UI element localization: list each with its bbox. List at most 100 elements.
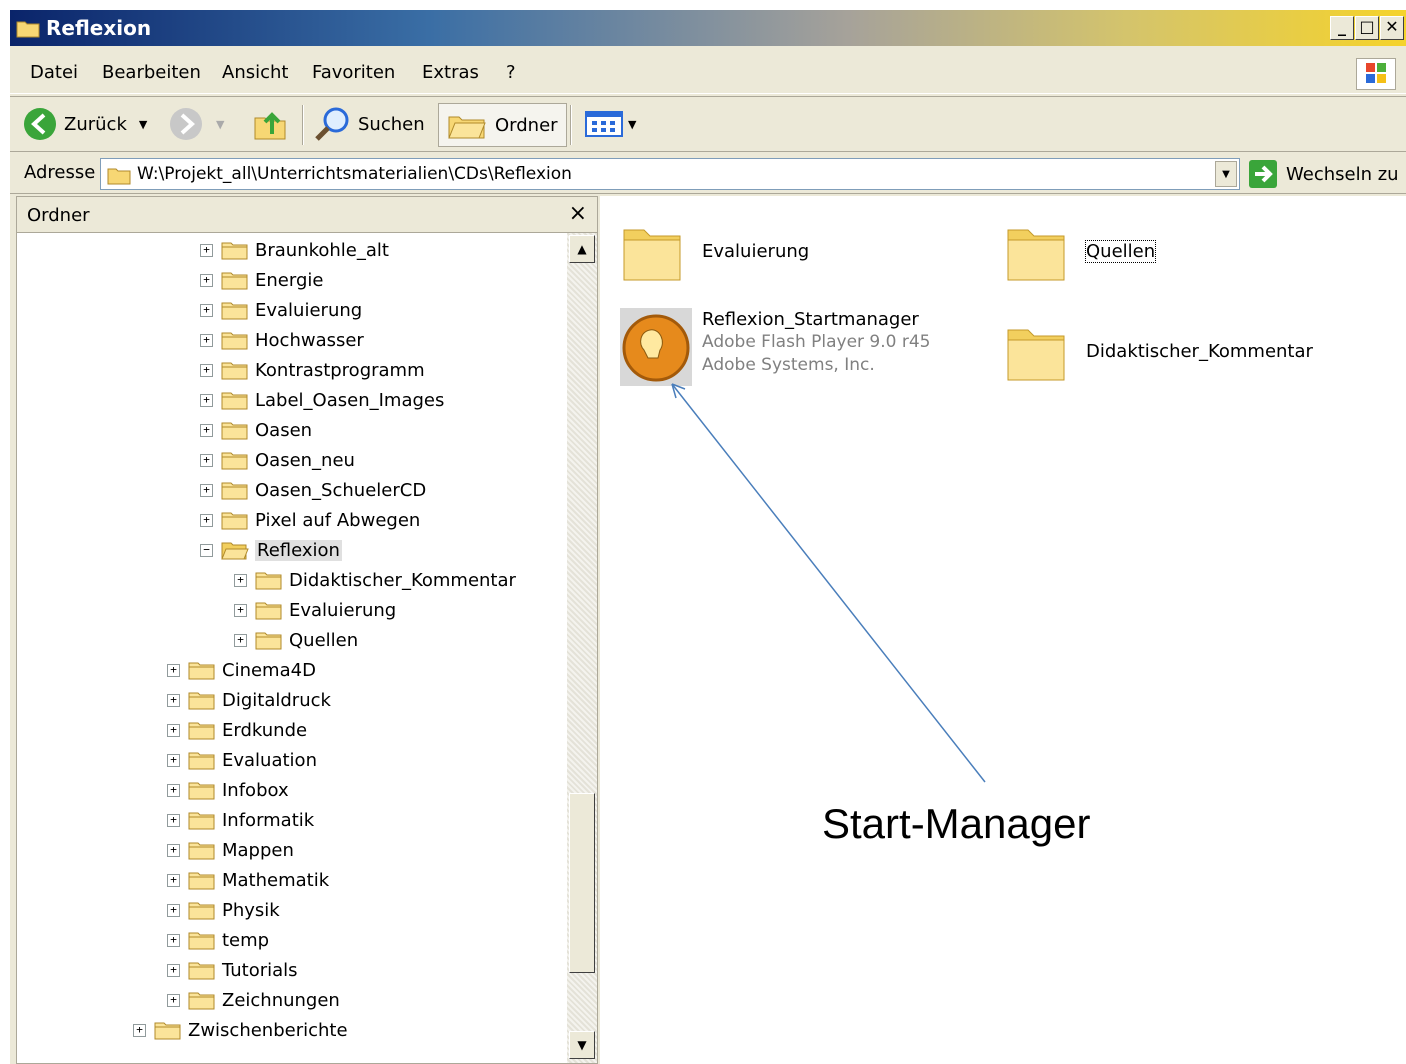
folder-pane-header: Ordner × <box>17 197 597 233</box>
back-dropdown-icon[interactable]: ▼ <box>139 118 147 131</box>
menu-bearbeiten[interactable]: Bearbeiten <box>102 62 201 83</box>
folders-button[interactable]: Ordner <box>438 103 567 147</box>
tree-node[interactable]: + Mathematik <box>167 865 329 895</box>
expand-icon[interactable]: + <box>167 723 180 737</box>
expand-icon[interactable]: + <box>200 333 213 347</box>
tree-node-label: Evaluierung <box>255 299 363 321</box>
close-pane-icon[interactable]: × <box>569 201 587 226</box>
tree-node-label: Cinema4D <box>222 659 316 681</box>
tree-node[interactable]: + Hochwasser <box>200 325 364 355</box>
tree-node[interactable]: + Evaluierung <box>234 595 396 625</box>
expand-icon[interactable]: + <box>167 993 180 1007</box>
menu-datei[interactable]: Datei <box>30 62 78 83</box>
menu-extras[interactable]: Extras <box>422 62 479 83</box>
tree-node[interactable]: + Erdkunde <box>167 715 307 745</box>
search-button[interactable]: Suchen <box>312 103 425 145</box>
app-item-startmanager[interactable]: Reflexion_Startmanager Adobe Flash Playe… <box>620 308 931 386</box>
folder-item-quellen[interactable]: Quellen <box>1004 218 1157 284</box>
tree-node[interactable]: + Evaluierung <box>200 295 362 325</box>
folder-item-evaluierung[interactable]: Evaluierung <box>620 218 809 284</box>
search-icon <box>315 107 349 141</box>
go-button[interactable]: Wechseln zu <box>1248 158 1399 190</box>
tree-node[interactable]: + Physik <box>167 895 280 925</box>
expand-icon[interactable]: + <box>200 393 213 407</box>
folder-icon <box>188 902 215 920</box>
menu-favoriten[interactable]: Favoriten <box>312 62 395 83</box>
tree-node[interactable]: + Oasen_SchuelerCD <box>200 475 426 505</box>
tree-node[interactable]: + Didaktischer_Kommentar <box>234 565 516 595</box>
expand-icon[interactable]: + <box>200 513 213 527</box>
folder-icon <box>221 362 248 380</box>
forward-button[interactable]: ▼ <box>168 103 224 145</box>
minimize-button[interactable]: _ <box>1330 16 1354 40</box>
expand-icon[interactable]: + <box>167 903 180 917</box>
tree-node[interactable]: + Zwischenberichte <box>133 1015 348 1045</box>
folder-icon <box>16 21 40 38</box>
expand-icon[interactable]: + <box>200 483 213 497</box>
expand-icon[interactable]: + <box>133 1023 146 1037</box>
address-path: W:\Projekt_all\Unterrichtsmaterialien\CD… <box>137 164 572 184</box>
scroll-up-icon[interactable]: ▲ <box>569 235 595 263</box>
tree-node[interactable]: + Zeichnungen <box>167 985 340 1015</box>
address-dropdown-icon[interactable]: ▼ <box>1215 161 1237 187</box>
expand-icon[interactable]: + <box>167 663 180 677</box>
tree-node[interactable]: + Label_Oasen_Images <box>200 385 444 415</box>
expand-icon[interactable]: + <box>200 243 213 257</box>
expand-icon[interactable]: + <box>200 273 213 287</box>
menu-help[interactable]: ? <box>506 62 516 83</box>
up-button[interactable] <box>252 103 288 145</box>
expand-icon[interactable]: + <box>167 963 180 977</box>
address-field[interactable]: W:\Projekt_all\Unterrichtsmaterialien\CD… <box>100 158 1240 190</box>
expand-icon[interactable]: + <box>200 423 213 437</box>
expand-icon[interactable]: + <box>167 783 180 797</box>
toolbar: Zurück ▼ ▼ Suchen Ordner ▼ <box>10 96 1406 152</box>
tree-node[interactable]: + Oasen_neu <box>200 445 355 475</box>
folder-tree-pane: Ordner × + Braunkohle_alt + Energie + Evaluie… <box>16 196 598 1064</box>
expand-icon[interactable]: + <box>167 693 180 707</box>
tree-node-label: Oasen_neu <box>255 449 355 471</box>
tree-node[interactable]: + Braunkohle_alt <box>200 235 389 265</box>
tree-node[interactable]: + Tutorials <box>167 955 298 985</box>
tree-node[interactable]: + Evaluation <box>167 745 317 775</box>
tree-node[interactable]: + Digitaldruck <box>167 685 331 715</box>
expand-icon[interactable]: + <box>234 603 247 617</box>
vertical-scrollbar[interactable]: ▲ ▼ <box>567 233 597 1063</box>
tree-node[interactable]: + Informatik <box>167 805 314 835</box>
expand-icon[interactable]: + <box>200 453 213 467</box>
expand-icon[interactable]: + <box>200 363 213 377</box>
tree-node[interactable]: + Infobox <box>167 775 289 805</box>
address-bar: Adresse W:\Projekt_all\Unterrichtsmateri… <box>10 154 1406 194</box>
menu-ansicht[interactable]: Ansicht <box>222 62 288 83</box>
expand-icon[interactable]: + <box>234 633 247 647</box>
expand-icon[interactable]: + <box>167 753 180 767</box>
tree-node[interactable]: − Reflexion <box>200 535 342 565</box>
tree-node-label: Didaktischer_Kommentar <box>289 569 516 591</box>
back-button[interactable]: Zurück ▼ <box>22 103 147 145</box>
tree-node[interactable]: + Oasen <box>200 415 312 445</box>
expand-icon[interactable]: + <box>167 933 180 947</box>
forward-dropdown-icon[interactable]: ▼ <box>216 118 224 131</box>
tree-node[interactable]: + temp <box>167 925 269 955</box>
folder-item-didaktischer-kommentar[interactable]: Didaktischer_Kommentar <box>1004 318 1313 384</box>
tree-node[interactable]: + Energie <box>200 265 323 295</box>
title-bar[interactable]: Reflexion _ □ ✕ <box>10 10 1406 46</box>
maximize-button[interactable]: □ <box>1355 16 1379 40</box>
folder-icon <box>255 632 282 650</box>
tree-node[interactable]: + Cinema4D <box>167 655 316 685</box>
annotation-label: Start-Manager <box>822 800 1091 847</box>
tree-node[interactable]: + Kontrastprogramm <box>200 355 425 385</box>
view-button[interactable]: ▼ <box>584 103 636 145</box>
scrollbar-thumb[interactable] <box>569 793 595 973</box>
tree-node[interactable]: + Quellen <box>234 625 358 655</box>
expand-icon[interactable]: + <box>167 813 180 827</box>
expand-icon[interactable]: + <box>200 303 213 317</box>
scroll-down-icon[interactable]: ▼ <box>569 1031 595 1059</box>
tree-node-label: Quellen <box>289 629 359 651</box>
close-button[interactable]: ✕ <box>1380 16 1404 40</box>
expand-icon[interactable]: + <box>234 573 247 587</box>
tree-node[interactable]: + Mappen <box>167 835 294 865</box>
expand-icon[interactable]: + <box>167 873 180 887</box>
expand-icon[interactable]: + <box>167 843 180 857</box>
tree-node[interactable]: + Pixel auf Abwegen <box>200 505 420 535</box>
collapse-icon[interactable]: − <box>200 543 213 557</box>
